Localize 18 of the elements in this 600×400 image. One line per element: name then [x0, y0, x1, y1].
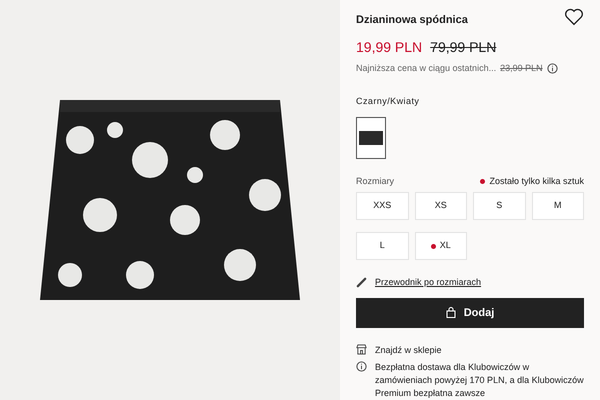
sizes-label: Rozmiary [356, 174, 394, 188]
size-option[interactable]: L [356, 232, 408, 260]
find-in-store-link[interactable]: Znajdź w sklepie [375, 344, 442, 357]
delivery-info: Bezpłatna dostawa dla Klubowiczów w zamówieniach powyżej 170 PLN, a dla Klubowiczów Premium bezpłatna zawsze [375, 361, 584, 400]
size-guide-link[interactable]: Przewodnik po rozmiarach [375, 276, 482, 290]
size-option[interactable]: M [532, 192, 584, 220]
original-price: 79,99 PLN [430, 38, 496, 56]
low-stock-note: Zostało tylko kilka sztuk [489, 174, 584, 188]
lowest-price: 23,99 PLN [500, 62, 543, 74]
lowest-price-label: Najniższa cena w ciągu ostatnich... [356, 62, 496, 75]
size-option[interactable]: XS [414, 192, 467, 220]
size-option[interactable]: XXS [356, 192, 408, 220]
product-title: Dzianinowa spódnica [356, 13, 468, 28]
color-label: Czarny/Kwiaty [356, 95, 420, 108]
add-to-bag-button[interactable]: Dodaj [356, 298, 584, 328]
size-option[interactable]: XL [414, 232, 467, 260]
sale-price: 19,99 PLN [356, 38, 422, 56]
size-option[interactable]: S [473, 192, 526, 220]
